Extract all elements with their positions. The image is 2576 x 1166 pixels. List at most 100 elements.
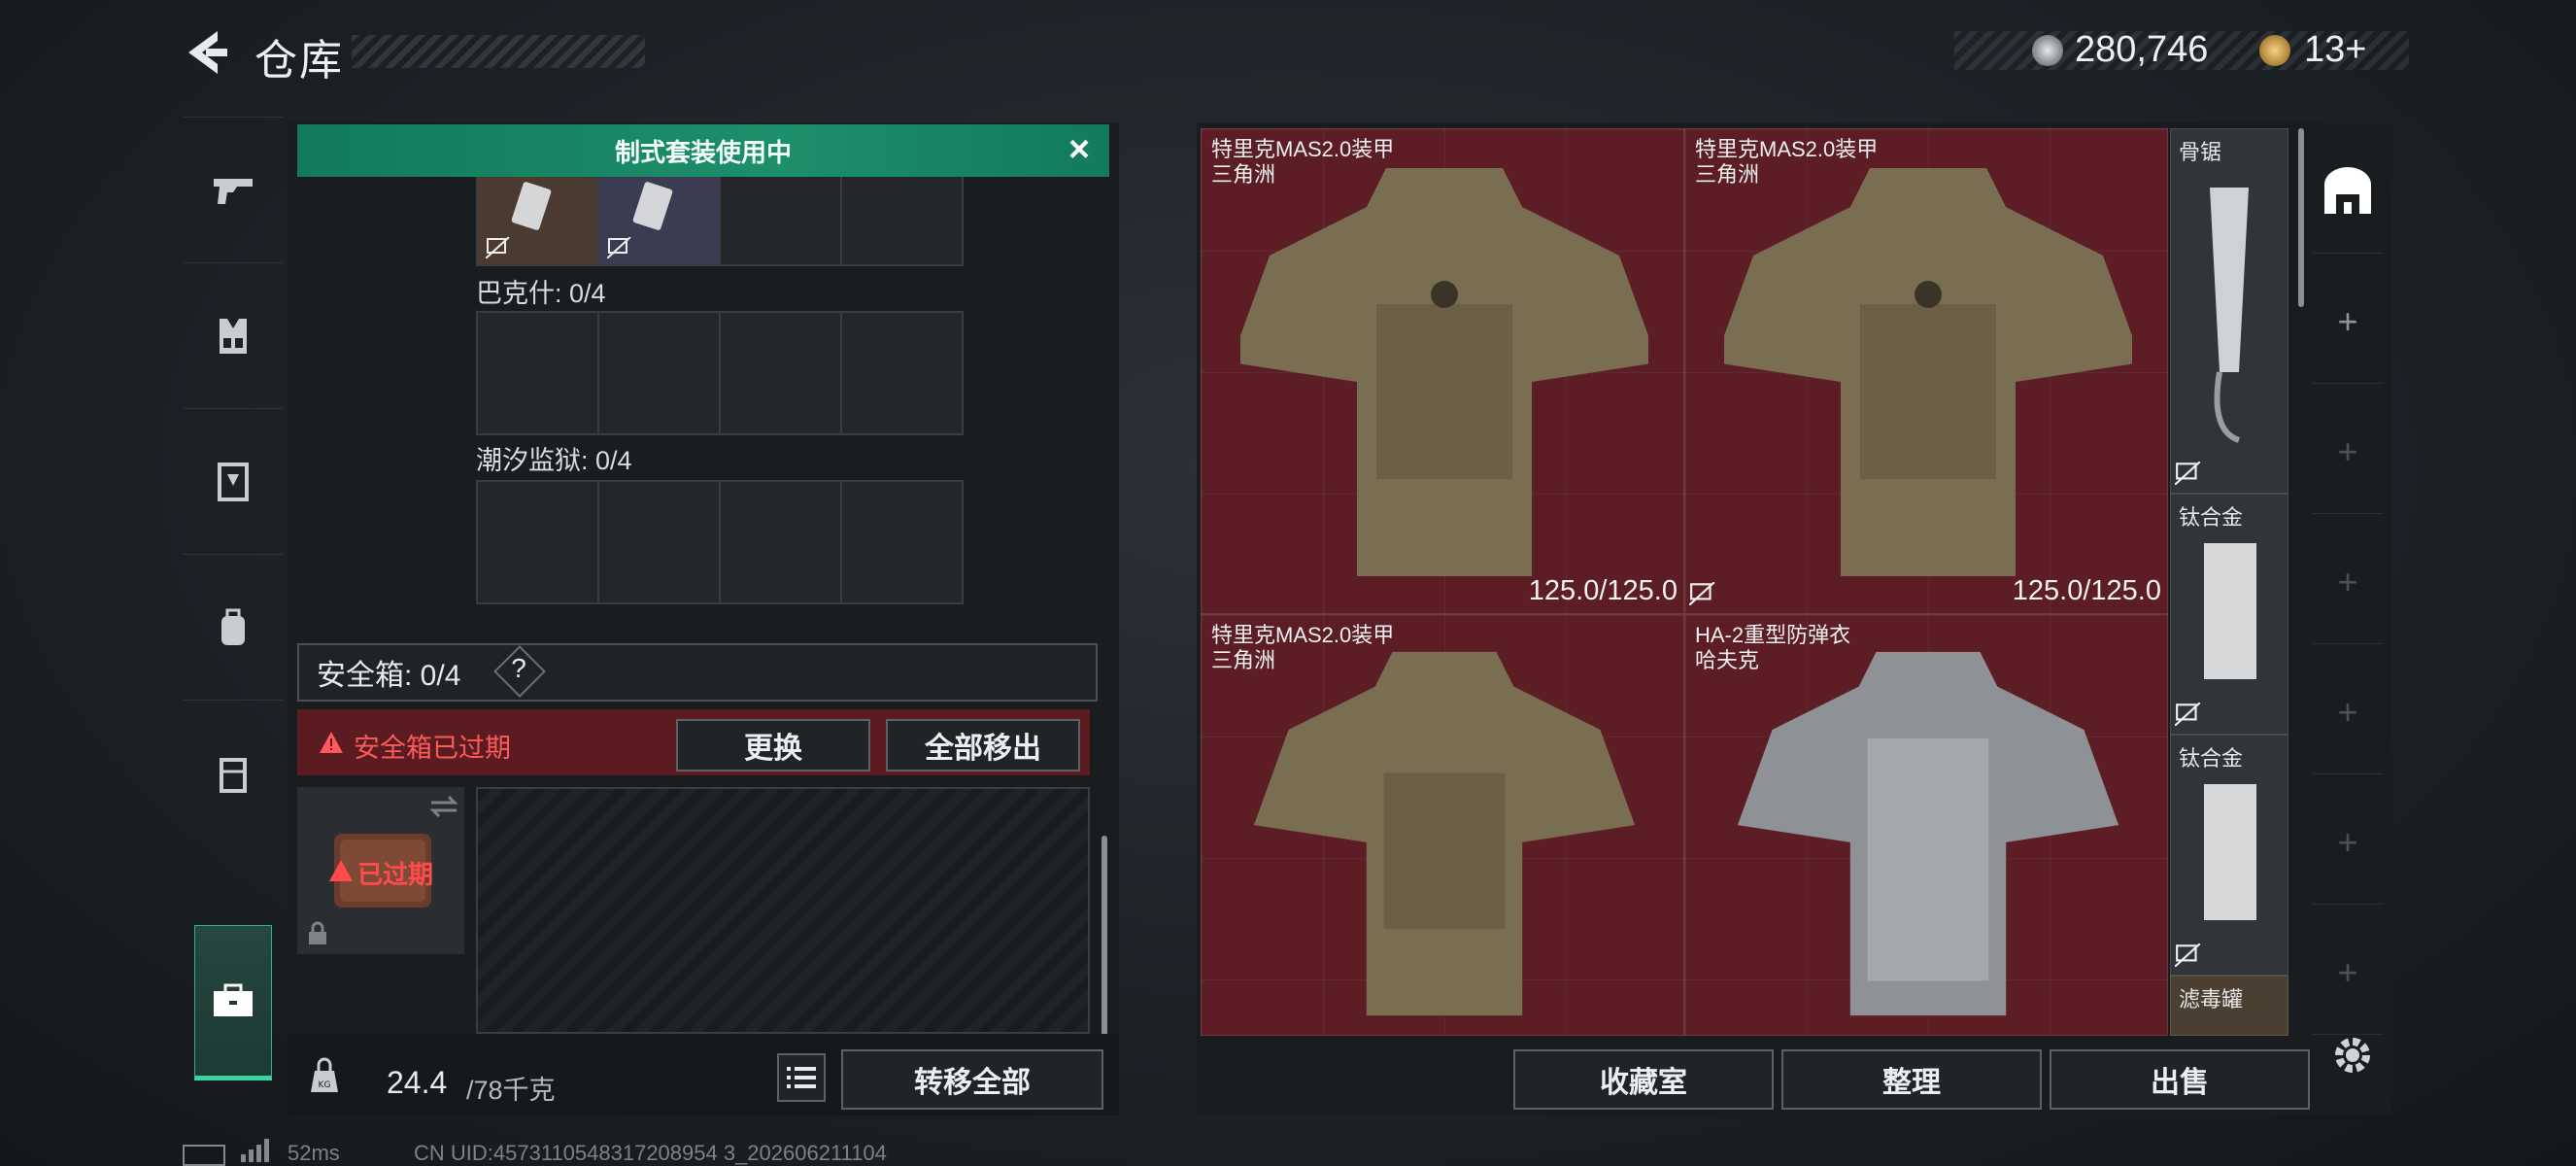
safebox-label: 安全箱: 0/4 — [317, 660, 461, 692]
remove-all-button[interactable]: 全部移出 — [886, 719, 1080, 772]
durability: 125.0/125.0 — [2012, 575, 2161, 606]
group-label: 巴克什: 0/4 — [476, 279, 606, 308]
armor-vest-icon — [1253, 651, 1636, 1016]
transfer-all-button[interactable]: 转移全部 — [841, 1049, 1103, 1110]
token-icon[interactable] — [2259, 35, 2290, 66]
stash-home-icon — [2324, 167, 2371, 214]
right-sidebar: + + + + + + — [2312, 128, 2384, 1061]
back-icon[interactable] — [181, 27, 229, 78]
titanium-plate-icon — [2204, 543, 2256, 679]
nav-backpack[interactable] — [183, 554, 284, 701]
untradeable-icon — [1689, 582, 1715, 605]
item-name: 骨锯 — [2179, 140, 2222, 164]
slot[interactable] — [721, 313, 840, 433]
add-page-icon[interactable]: + — [2312, 521, 2384, 644]
signal-icon — [241, 1139, 269, 1162]
slot[interactable] — [842, 313, 962, 433]
swap-icon[interactable] — [429, 795, 458, 818]
stash-page-main[interactable] — [2312, 128, 2384, 254]
slot[interactable] — [599, 313, 719, 433]
battery-icon — [183, 1145, 225, 1166]
kit-in-use-banner: 制式套装使用中 × — [297, 124, 1109, 177]
armor-vest-icon — [1724, 168, 2132, 576]
page-title: 仓库 — [254, 37, 344, 85]
weight-value: 24.4 — [387, 1065, 448, 1100]
safebox-expired-text: 安全箱已过期 — [354, 734, 511, 763]
collection-room-button[interactable]: 收藏室 — [1513, 1049, 1774, 1110]
untradeable-icon — [2175, 703, 2201, 726]
stash-item[interactable]: 特里克MAS2.0装甲 三角洲 125.0/125.0 — [1201, 128, 1684, 614]
pouch-icon — [220, 758, 247, 793]
add-page-icon[interactable]: + — [2312, 781, 2384, 905]
stash-item[interactable]: HA-2重型防弹衣 哈夫克 — [1684, 614, 2168, 1036]
slot[interactable] — [599, 482, 719, 602]
bone-saw-icon — [2210, 188, 2249, 443]
item-name: 钛合金 — [2179, 746, 2244, 771]
uid-text: CN UID:4573110548317208954 3_20260621110… — [414, 1141, 887, 1165]
list-icon — [787, 1067, 816, 1088]
coins-value: 280,746 — [2075, 29, 2209, 70]
warning-icon — [329, 860, 353, 881]
group-label: 潮汐监狱: 0/4 — [476, 446, 632, 475]
slot[interactable] — [478, 482, 597, 602]
slot[interactable] — [842, 482, 962, 602]
help-icon-glyph: ? — [511, 653, 526, 683]
slot[interactable] — [478, 313, 597, 433]
replace-button[interactable]: 更换 — [676, 719, 870, 772]
sort-button[interactable]: 整理 — [1781, 1049, 2042, 1110]
ping-value: 52ms — [288, 1141, 340, 1165]
untradeable-icon — [2175, 462, 2201, 485]
coin-icon — [2032, 35, 2063, 66]
add-page-icon[interactable]: + — [2312, 391, 2384, 514]
scrollbar[interactable] — [1102, 836, 1107, 1040]
heavy-armor-icon — [1737, 651, 2119, 1016]
nav-pouch[interactable] — [183, 700, 284, 846]
weight-unit: /78千克 — [466, 1076, 556, 1105]
untradeable-icon — [486, 237, 510, 258]
slot-grid-group-1 — [476, 311, 964, 435]
left-nav — [183, 117, 284, 1088]
gun-icon — [214, 179, 253, 204]
item-name: 滤毒罐 — [2179, 987, 2244, 1012]
weight-icon: KG — [311, 1057, 338, 1092]
svg-text:KG: KG — [319, 1080, 331, 1090]
armor-vest-icon — [1240, 168, 1648, 576]
untradeable-icon — [2175, 943, 2201, 967]
briefcase-icon — [214, 983, 253, 1016]
nav-chest-rig[interactable] — [183, 262, 284, 409]
stash-item[interactable]: 骨锯 — [2170, 128, 2288, 494]
stash-item[interactable]: 钛合金 — [2170, 494, 2288, 735]
tag-item-icon — [632, 182, 673, 230]
lock-icon — [309, 921, 326, 944]
vest-icon — [220, 319, 247, 354]
tag-item-icon — [511, 182, 552, 230]
untradeable-icon — [607, 237, 631, 258]
add-page-icon[interactable]: + — [2312, 260, 2384, 384]
add-page-icon[interactable]: + — [2312, 911, 2384, 1035]
add-page-icon[interactable]: + — [2312, 651, 2384, 774]
item-name: 钛合金 — [2179, 505, 2244, 530]
close-icon[interactable]: × — [1061, 131, 1098, 169]
warning-icon — [320, 732, 343, 753]
title-decoration — [352, 35, 645, 68]
sell-button[interactable]: 出售 — [2050, 1049, 2310, 1110]
nav-weapon[interactable] — [183, 117, 284, 263]
slot-grid-group-2 — [476, 480, 964, 604]
stash-scrollbar[interactable] — [2298, 128, 2304, 307]
list-view-button[interactable] — [777, 1053, 826, 1102]
backpack-icon — [221, 608, 245, 645]
safebox-slots[interactable] — [476, 787, 1090, 1034]
titanium-plate-icon — [2204, 784, 2256, 920]
stash-item[interactable]: 钛合金 — [2170, 735, 2288, 976]
nav-armor[interactable] — [183, 408, 284, 555]
stash-item[interactable]: 滤毒罐 — [2170, 976, 2288, 1036]
stash-item[interactable]: 特里克MAS2.0装甲 三角洲 125.0/125.0 — [1684, 128, 2168, 614]
durability: 125.0/125.0 — [1528, 575, 1678, 606]
slot[interactable] — [721, 482, 840, 602]
tokens-value[interactable]: 13+ — [2304, 29, 2366, 71]
armor-rig-icon — [218, 463, 249, 501]
gear-icon[interactable] — [2327, 1030, 2378, 1080]
stash-item[interactable]: 特里克MAS2.0装甲 三角洲 — [1201, 614, 1684, 1036]
nav-safebox[interactable] — [194, 925, 272, 1080]
expired-label: 已过期 — [357, 860, 434, 889]
